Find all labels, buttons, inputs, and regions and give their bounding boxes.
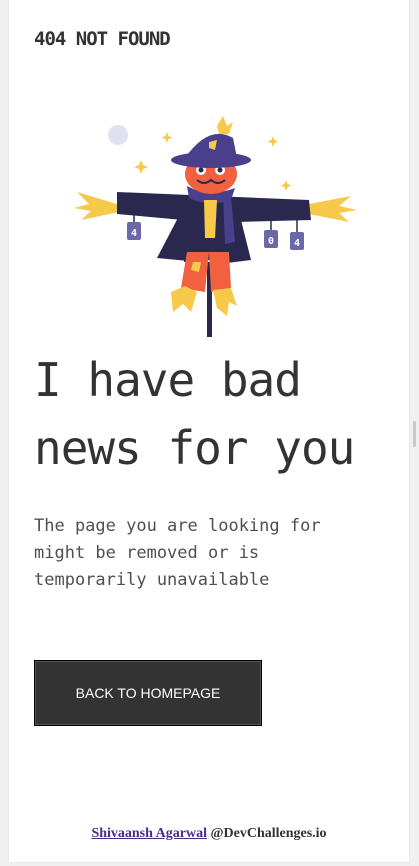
page-headline: I have bad news for you [34,353,355,475]
scrollbar-thumb[interactable] [413,421,416,447]
right-leg [209,252,231,292]
tag-right: 4 [290,232,304,250]
svg-text:4: 4 [294,238,300,249]
site-brand: 404 NOT FOUND [34,28,171,50]
footer-credit: Shivaansh Agarwal @DevChallenges.io [9,826,409,842]
svg-text:4: 4 [131,228,137,239]
moon-shape [108,125,128,145]
scarecrow-illustration: 4 0 4 [74,116,357,337]
svg-text:0: 0 [268,236,274,247]
right-straw [309,196,357,222]
page-description: The page you are looking for might be re… [34,516,321,590]
hat-straw [217,116,233,134]
tag-middle: 0 [264,230,278,248]
tag-left: 4 [127,222,141,240]
back-to-homepage-button[interactable]: BACK TO HOMEPAGE [34,660,262,726]
footer-suffix: @DevChallenges.io [206,826,327,841]
right-foot-straw [213,288,237,316]
back-to-homepage-label: BACK TO HOMEPAGE [75,685,221,701]
page-container: 404 NOT FOUND 4 0 4 I have bad news for … [9,0,409,862]
author-link[interactable]: Shivaansh Agarwal [91,826,207,841]
shirt-stripe [204,200,217,238]
left-straw [74,192,119,220]
